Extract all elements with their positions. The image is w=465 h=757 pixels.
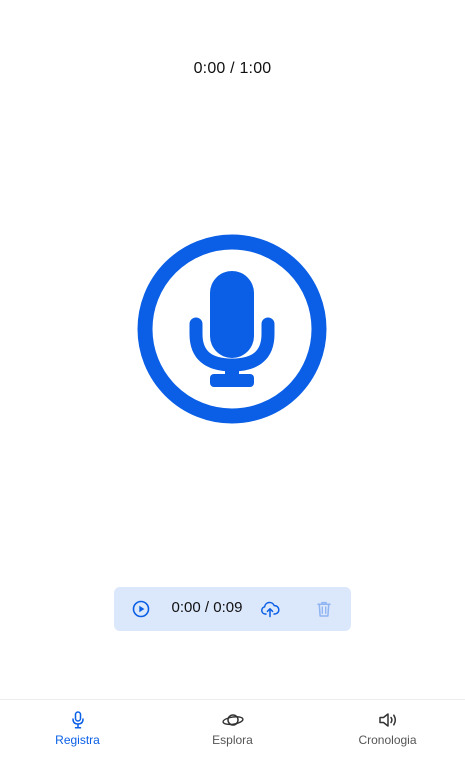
nav-label: Cronologia [358,733,417,747]
bottom-navigation: Registra Esplora Cronologia [0,699,465,757]
microphone-icon [137,234,327,424]
trash-icon[interactable] [314,599,334,619]
playback-time: 0:00 / 0:09 [171,599,243,616]
nav-label: Esplora [212,733,253,747]
recording-timer: 0:00 / 1:00 [193,60,272,77]
cloud-upload-icon[interactable] [260,599,280,619]
nav-item-registra[interactable]: Registra [0,700,155,757]
playback-bar: 0:00 / 0:09 [114,587,351,631]
nav-label: Registra [55,733,100,747]
planet-icon [221,711,244,729]
play-icon[interactable] [131,599,151,619]
speaker-icon [377,711,399,729]
nav-item-esplora[interactable]: Esplora [155,700,310,757]
nav-item-cronologia[interactable]: Cronologia [310,700,465,757]
microphone-icon [67,711,89,729]
record-button[interactable] [137,234,327,424]
